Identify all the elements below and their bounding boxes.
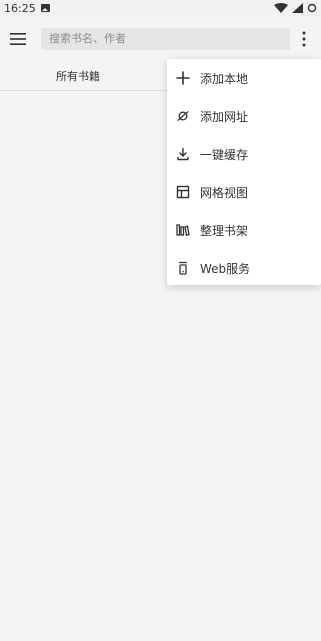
menu-item-label: 添加网址 — [200, 109, 249, 124]
menu-item-label: 添加本地 — [200, 71, 249, 86]
plus-icon — [176, 71, 190, 85]
image-icon — [40, 4, 50, 12]
overflow-menu: 添加本地 添加网址 一键缓存 网格视图 整理书架 Web服务 — [167, 59, 321, 285]
menu-item-organize-bookshelf[interactable]: 整理书架 — [167, 211, 321, 249]
wifi-icon — [274, 3, 288, 13]
menu-item-grid-view[interactable]: 网格视图 — [167, 173, 321, 211]
menu-item-label: Web服务 — [200, 261, 251, 276]
web-service-icon — [178, 261, 188, 275]
menu-item-web-service[interactable]: Web服务 — [167, 249, 321, 287]
status-bar-left: 16:25 — [0, 2, 50, 15]
search-input[interactable] — [41, 28, 290, 50]
tab-all-books[interactable]: 所有书籍 — [56, 68, 100, 84]
signal-icon — [292, 3, 303, 13]
menu-item-label: 网格视图 — [200, 185, 249, 200]
grid-view-icon — [176, 185, 190, 199]
status-time: 16:25 — [4, 1, 36, 15]
app-toolbar — [0, 16, 321, 62]
download-icon — [177, 147, 189, 161]
menu-item-add-local[interactable]: 添加本地 — [167, 59, 321, 97]
menu-item-label: 整理书架 — [200, 223, 249, 238]
bookshelf-icon — [176, 224, 190, 237]
battery-icon — [307, 3, 317, 13]
menu-item-add-url[interactable]: 添加网址 — [167, 97, 321, 135]
hamburger-menu-icon[interactable] — [10, 32, 26, 46]
menu-item-cache-all[interactable]: 一键缓存 — [167, 135, 321, 173]
planet-icon — [177, 110, 189, 122]
more-vertical-icon[interactable] — [301, 31, 307, 47]
menu-item-label: 一键缓存 — [200, 147, 249, 162]
status-bar-right — [274, 3, 321, 13]
status-bar: 16:25 — [0, 0, 321, 16]
